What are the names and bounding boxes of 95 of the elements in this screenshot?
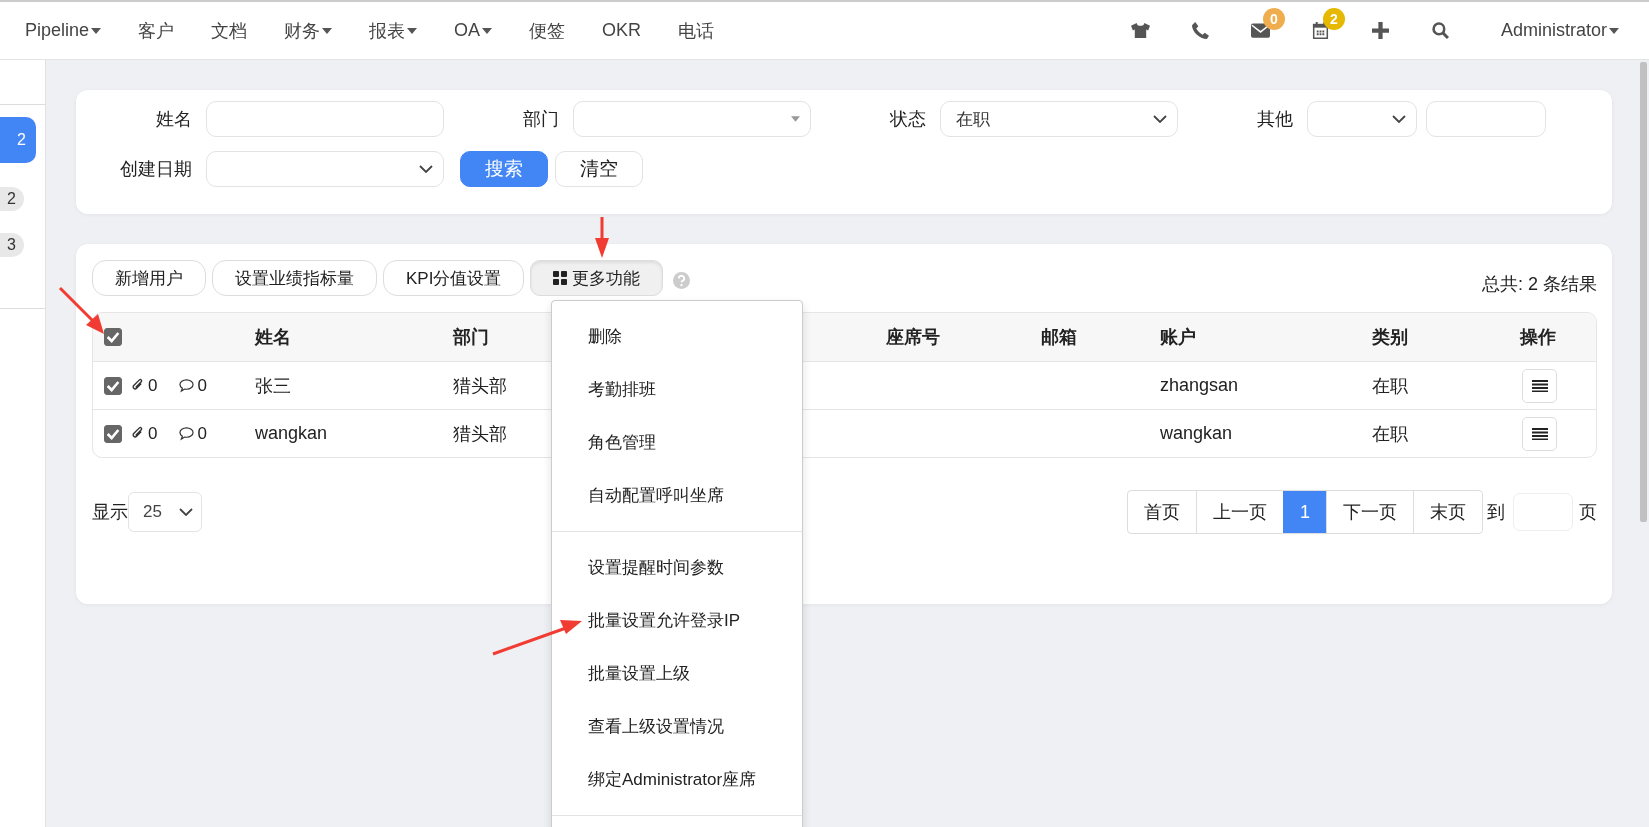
menu-item[interactable]: 考勤排班 <box>552 363 802 416</box>
field-label: 姓名 <box>155 108 193 131</box>
chevron-down-icon <box>1153 115 1167 123</box>
table-cell: zhangsan <box>1160 375 1239 396</box>
select-field[interactable] <box>206 151 444 187</box>
result-count: 总共: 2 条结果 <box>1482 273 1597 296</box>
field-label: 创建日期 <box>119 158 193 181</box>
search-button[interactable]: 搜索 <box>460 151 548 187</box>
field-label: 其他 <box>1256 108 1294 131</box>
nav-menu-item[interactable]: 报表 <box>369 18 418 43</box>
page-suffix-label: 页 <box>1579 501 1597 524</box>
sidebar-count-badge[interactable]: 2 <box>0 117 36 163</box>
nav-menu-item[interactable]: OA <box>454 20 493 41</box>
shirt-icon[interactable] <box>1131 22 1151 39</box>
menu-item[interactable]: 角色管理 <box>552 416 802 469</box>
column-header: 操作 <box>1520 326 1556 349</box>
select-field[interactable]: 在职 <box>940 101 1178 137</box>
search-icon[interactable] <box>1431 22 1451 39</box>
pagination-link[interactable]: 末页 <box>1413 491 1482 533</box>
text-field[interactable] <box>1426 101 1546 137</box>
column-header: 姓名 <box>255 326 291 349</box>
menu-item[interactable]: 批量设置允许登录IP <box>552 594 802 647</box>
nav-menu-item[interactable]: OKR <box>602 20 642 41</box>
column-header: 座席号 <box>886 326 940 349</box>
grid-icon <box>553 271 568 285</box>
page-size-label: 显示 <box>92 501 128 524</box>
column-header: 部门 <box>453 326 489 349</box>
phone-icon[interactable] <box>1191 22 1211 39</box>
table-cell-text: 在职 <box>1372 374 1408 398</box>
select-all-checkbox[interactable] <box>104 328 122 346</box>
table-cell-text: 猎头部 <box>453 374 507 398</box>
column-header: 邮箱 <box>1041 326 1077 349</box>
menu-item[interactable]: 删除 <box>552 310 802 363</box>
annotation-arrow <box>58 286 104 334</box>
pagination-link[interactable]: 1 <box>1283 491 1326 533</box>
count-badge: 2 <box>1322 8 1345 30</box>
annotation-arrow <box>595 217 609 258</box>
dropdown-field[interactable] <box>573 101 811 137</box>
scrollbar[interactable] <box>1640 62 1647 522</box>
nav-menu-item[interactable]: Pipeline <box>25 20 102 41</box>
table-cell: wangkan <box>1160 423 1233 444</box>
pagination-link[interactable]: 下一页 <box>1326 491 1413 533</box>
row-menu-button[interactable] <box>1522 416 1557 451</box>
sidebar-count-badge[interactable]: 3 <box>0 233 24 257</box>
menu-item[interactable]: 设置提醒时间参数 <box>552 541 802 594</box>
pagination-link[interactable]: 上一页 <box>1196 491 1283 533</box>
attachment-count: 0 <box>148 423 158 444</box>
column-header: 账户 <box>1160 326 1196 349</box>
user-menu[interactable]: Administrator <box>1500 20 1619 41</box>
chevron-down-icon <box>179 508 193 516</box>
select-field[interactable] <box>1307 101 1417 137</box>
field-label: 部门 <box>522 108 560 131</box>
count-badge: 0 <box>1262 8 1285 30</box>
paperclip-icon <box>130 378 145 393</box>
action-button[interactable]: 新增用户 <box>92 260 206 296</box>
attachment-count: 0 <box>148 375 158 396</box>
plus-icon[interactable] <box>1371 22 1391 39</box>
menu-icon <box>1531 379 1548 392</box>
menu-icon <box>1531 427 1548 440</box>
table-cell-text: 在职 <box>1372 422 1408 446</box>
field-label: 状态 <box>889 108 927 131</box>
comment-count: 0 <box>197 375 207 396</box>
row-menu-button[interactable] <box>1522 368 1557 403</box>
pagination-link[interactable]: 首页 <box>1128 491 1196 533</box>
comment-icon <box>179 378 195 393</box>
text-field[interactable] <box>206 101 444 137</box>
nav-menu-item[interactable]: 文档 <box>211 18 248 43</box>
clear-button[interactable]: 清空 <box>555 151 643 187</box>
sidebar-count-badge[interactable]: 2 <box>0 187 24 211</box>
menu-item[interactable]: 查看上级设置情况 <box>552 700 802 753</box>
goto-label: 到 <box>1487 501 1505 524</box>
action-button[interactable]: KPI分值设置 <box>383 260 525 296</box>
more-functions-button[interactable]: 更多功能 <box>530 260 664 296</box>
row-checkbox[interactable] <box>104 424 122 443</box>
table-cell-text: 猎头部 <box>453 422 507 446</box>
menu-item[interactable]: 自动配置呼叫坐席 <box>552 469 802 522</box>
row-checkbox[interactable] <box>104 376 122 395</box>
column-header: 类别 <box>1372 326 1408 349</box>
nav-menu-item[interactable]: 客户 <box>138 18 175 43</box>
chevron-down-icon <box>419 165 433 173</box>
chevron-down-icon <box>1392 115 1406 123</box>
table-cell: wangkan <box>255 423 328 444</box>
nav-menu-item[interactable]: 财务 <box>284 18 333 43</box>
paperclip-icon <box>130 426 145 441</box>
action-button[interactable]: 设置业绩指标量 <box>212 260 377 296</box>
table-cell-text: 张三 <box>255 374 291 398</box>
mail-icon[interactable] <box>1251 22 1271 39</box>
menu-item[interactable]: 绑定Administrator座席 <box>552 753 802 806</box>
comment-icon <box>179 426 195 441</box>
page-size-select[interactable]: 25 <box>128 492 202 532</box>
nav-menu-item[interactable]: 电话 <box>678 18 715 43</box>
comment-count: 0 <box>197 423 207 444</box>
nav-menu-item[interactable]: 便签 <box>529 18 566 43</box>
caret-icon <box>791 116 800 122</box>
menu-item[interactable]: 批量设置上级 <box>552 647 802 700</box>
